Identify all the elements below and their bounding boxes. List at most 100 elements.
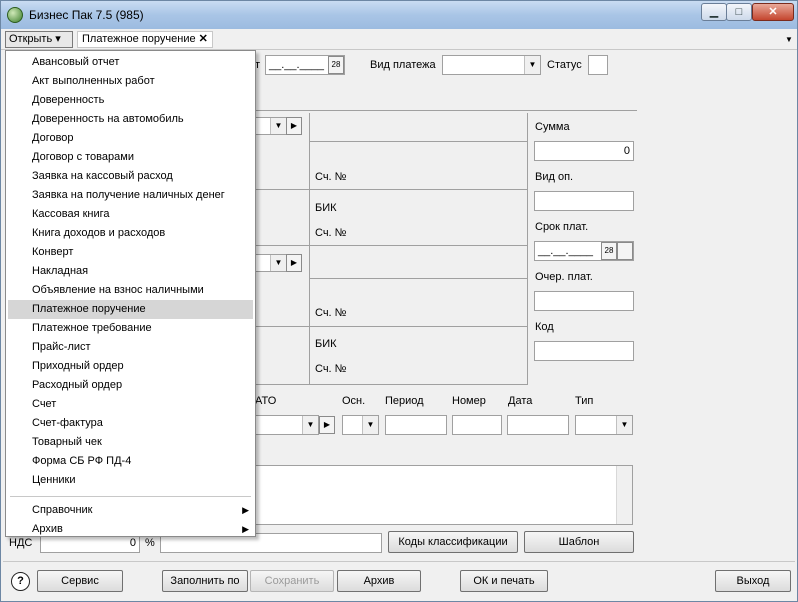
divider	[309, 113, 310, 385]
purpose-textarea[interactable]	[255, 465, 633, 525]
calendar-icon[interactable]: 28	[601, 242, 617, 260]
open-dropdown-menu: Авансовый отчет Акт выполненных работ Дове…	[5, 50, 256, 537]
payment-type-label: Вид платежа	[370, 59, 436, 71]
calendar-icon[interactable]: 28	[328, 56, 344, 74]
window-title: Бизнес Пак 7.5 (985)	[29, 8, 144, 22]
payment-type-select[interactable]: ▼	[442, 55, 541, 75]
tab-list-dropdown-icon[interactable]: ▼	[783, 33, 795, 46]
code-input[interactable]	[534, 341, 634, 361]
code-label: Код	[535, 321, 554, 333]
chevron-down-icon[interactable]: ▼	[362, 416, 378, 434]
account-label: Сч. №	[315, 363, 347, 375]
divider	[255, 189, 527, 190]
save-button[interactable]: Сохранить	[250, 570, 334, 592]
divider	[309, 278, 527, 279]
account-label: Сч. №	[315, 307, 347, 319]
menu-item[interactable]: Заявка на получение наличных денег	[8, 186, 253, 205]
submenu-label: Справочник	[32, 504, 93, 516]
account-label: Сч. №	[315, 171, 347, 183]
payee-select[interactable]: ▼	[255, 254, 287, 272]
priority-input[interactable]	[534, 291, 634, 311]
okato-label: АТО	[255, 395, 277, 407]
menu-item[interactable]: Прайс-лист	[8, 338, 253, 357]
service-button[interactable]: Сервис	[37, 570, 123, 592]
menu-item[interactable]: Авансовый отчет	[8, 53, 253, 72]
payer-select[interactable]: ▼	[255, 117, 287, 135]
menu-item[interactable]: Книга доходов и расходов	[8, 224, 253, 243]
status-input[interactable]	[588, 55, 608, 75]
sum-input[interactable]: 0	[534, 141, 634, 161]
date-value: __.__.____	[269, 59, 325, 71]
close-button[interactable]: ✕	[752, 3, 794, 21]
menu-item[interactable]: Конверт	[8, 243, 253, 262]
menu-item[interactable]: Договор с товарами	[8, 148, 253, 167]
ok-print-button[interactable]: ОК и печать	[460, 570, 548, 592]
op-type-input[interactable]	[534, 191, 634, 211]
title-bar: Бизнес Пак 7.5 (985) ▁ □ ✕	[1, 1, 797, 29]
menu-item[interactable]: Платежное требование	[8, 319, 253, 338]
menu-item[interactable]: Заявка на кассовый расход	[8, 167, 253, 186]
help-icon[interactable]: ?	[11, 572, 30, 591]
calendar-grid-icon[interactable]	[617, 242, 633, 260]
basis-label: Осн.	[342, 395, 366, 407]
chevron-down-icon: ▾	[55, 33, 61, 45]
payee-next-icon[interactable]: ▶	[286, 254, 302, 272]
period-input[interactable]	[385, 415, 447, 435]
account-label: Сч. №	[315, 227, 347, 239]
date-input[interactable]	[507, 415, 569, 435]
okato-select[interactable]: ▼	[255, 415, 319, 435]
classification-codes-button[interactable]: Коды классификации	[388, 531, 518, 553]
menu-item[interactable]: Счет	[8, 395, 253, 414]
menu-item[interactable]: Акт выполненных работ	[8, 72, 253, 91]
type-select[interactable]: ▼	[575, 415, 633, 435]
submenu-label: Архив	[32, 523, 63, 535]
menu-item[interactable]: Доверенность	[8, 91, 253, 110]
menu-item[interactable]: Расходный ордер	[8, 376, 253, 395]
priority-label: Очер. плат.	[535, 271, 593, 283]
date-input[interactable]: __.__.____ 28	[265, 55, 345, 75]
menu-item[interactable]: Ценники	[8, 471, 253, 490]
fill-by-button[interactable]: Заполнить по	[162, 570, 248, 592]
tab-payment-order[interactable]: Платежное поручение ✕	[77, 31, 213, 48]
chevron-down-icon[interactable]: ▼	[616, 416, 632, 434]
submenu-item[interactable]: Архив ▶	[8, 520, 253, 539]
chevron-down-icon[interactable]: ▼	[524, 56, 540, 74]
number-label: Номер	[452, 395, 486, 407]
open-menu-button[interactable]: Открыть ▾	[5, 31, 73, 48]
payer-next-icon[interactable]: ▶	[286, 117, 302, 135]
menu-item[interactable]: Накладная	[8, 262, 253, 281]
archive-button[interactable]: Архив	[337, 570, 421, 592]
submenu-item[interactable]: Справочник ▶	[8, 501, 253, 520]
menu-item[interactable]: Доверенность на автомобиль	[8, 110, 253, 129]
minimize-button[interactable]: ▁	[701, 3, 727, 21]
scrollbar[interactable]	[616, 466, 632, 524]
divider	[309, 141, 527, 142]
menu-item[interactable]: Товарный чек	[8, 433, 253, 452]
menu-item[interactable]: Платежное поручение	[8, 300, 253, 319]
sum-label: Сумма	[535, 121, 570, 133]
menu-item[interactable]: Счет-фактура	[8, 414, 253, 433]
divider	[255, 245, 527, 246]
chevron-down-icon[interactable]: ▼	[270, 118, 286, 134]
menu-item[interactable]: Договор	[8, 129, 253, 148]
menu-item[interactable]: Приходный ордер	[8, 357, 253, 376]
app-logo-icon	[7, 7, 23, 23]
basis-select[interactable]: ▼	[342, 415, 379, 435]
chevron-down-icon[interactable]: ▼	[302, 416, 318, 434]
chevron-right-icon: ▶	[242, 505, 249, 515]
exit-button[interactable]: Выход	[715, 570, 791, 592]
close-tab-icon[interactable]: ✕	[199, 33, 208, 45]
template-button[interactable]: Шаблон	[524, 531, 634, 553]
number-input[interactable]	[452, 415, 502, 435]
due-date-input[interactable]: __.__.____ 28	[534, 241, 634, 261]
due-label: Срок плат.	[535, 221, 589, 233]
divider	[255, 326, 527, 327]
menu-item[interactable]: Кассовая книга	[8, 205, 253, 224]
okato-next-icon[interactable]: ▶	[319, 416, 335, 434]
date-column-label: Дата	[508, 395, 533, 407]
chevron-down-icon[interactable]: ▼	[270, 255, 286, 271]
open-menu-label: Открыть	[9, 33, 53, 45]
maximize-button[interactable]: □	[726, 3, 752, 21]
menu-item[interactable]: Объявление на взнос наличными	[8, 281, 253, 300]
menu-item[interactable]: Форма СБ РФ ПД-4	[8, 452, 253, 471]
